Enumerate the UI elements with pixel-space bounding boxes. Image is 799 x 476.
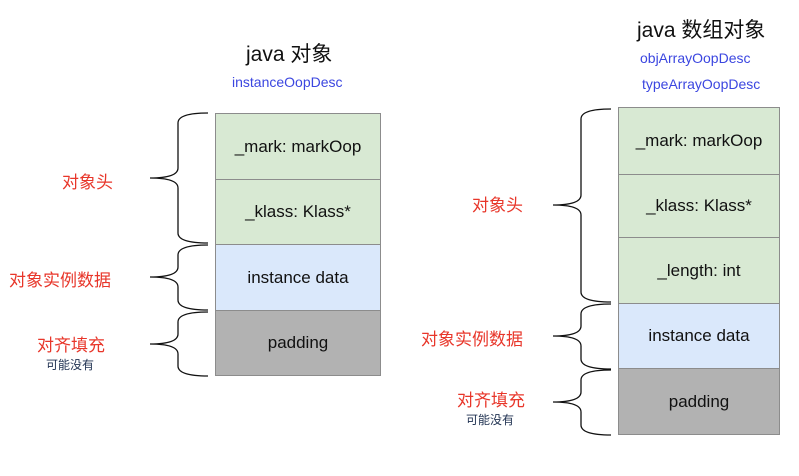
- right-padding-brace: [552, 369, 612, 436]
- right-instance-brace: [552, 303, 612, 370]
- left-padding-brace: [149, 311, 209, 377]
- left-instance-brace: [149, 244, 209, 311]
- braces-layer: [149, 108, 612, 436]
- right-header-brace: [552, 108, 612, 303]
- left-header-brace: [149, 112, 209, 244]
